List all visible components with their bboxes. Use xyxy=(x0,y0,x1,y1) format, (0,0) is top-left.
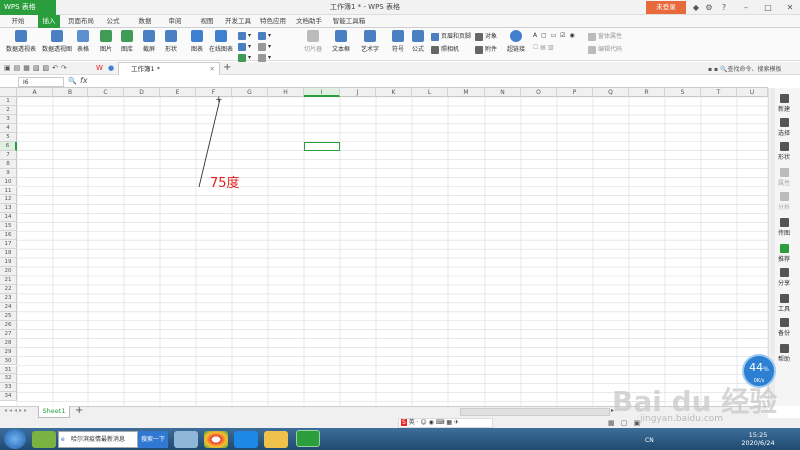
sogou-icon: S xyxy=(401,419,407,426)
crosshair-cursor-icon: + xyxy=(215,95,223,105)
sidebar-icon xyxy=(779,294,789,303)
sheet-nav-arrows[interactable]: ◂◂◂▸▸ xyxy=(4,407,29,414)
sheet-tab-sheet1[interactable]: Sheet1 xyxy=(38,406,70,418)
ie-icon: e xyxy=(61,436,65,443)
taskbar-ie-item[interactable]: e 哈尔滨疫情最新消息 xyxy=(58,431,138,448)
sidebar-icon xyxy=(779,344,789,353)
chrome-icon[interactable] xyxy=(204,431,228,448)
clock[interactable]: 15:25 2020/6/24 xyxy=(738,431,778,447)
sidebar-icon xyxy=(779,192,789,201)
view-mode-buttons[interactable]: ▦ ▢ ▣ xyxy=(608,419,642,427)
sidebar-icon xyxy=(779,218,789,227)
sidebar-icon xyxy=(779,142,789,151)
sidebar-icon xyxy=(779,268,789,277)
angle-annotation: 75度 xyxy=(210,176,240,191)
baidu-watermark-url: jingyan.baidu.com xyxy=(640,414,724,424)
sidebar-icon xyxy=(779,118,789,127)
ie-taskbar-icon[interactable] xyxy=(234,431,258,448)
ime-toolbar[interactable]: S 英 · ☺ ◉ ⌨ ▦ ✈ xyxy=(398,418,493,428)
taskbar-app-icon[interactable] xyxy=(32,431,56,448)
wps-spreadsheet-icon[interactable] xyxy=(296,430,320,447)
sidebar-icon xyxy=(779,94,789,103)
sidebar-icon xyxy=(779,168,789,177)
taskbar-tool-icon[interactable] xyxy=(174,431,198,448)
start-button[interactable] xyxy=(4,429,26,449)
horizontal-scrollbar[interactable] xyxy=(460,408,610,416)
add-sheet-icon[interactable]: + xyxy=(75,405,83,416)
lang-indicator[interactable]: CN xyxy=(645,437,654,444)
paint-icon[interactable] xyxy=(264,431,288,448)
sidebar-icon xyxy=(779,318,789,327)
taskbar-search-button[interactable]: 搜索一下 xyxy=(138,431,168,448)
sidebar-icon xyxy=(779,244,789,253)
